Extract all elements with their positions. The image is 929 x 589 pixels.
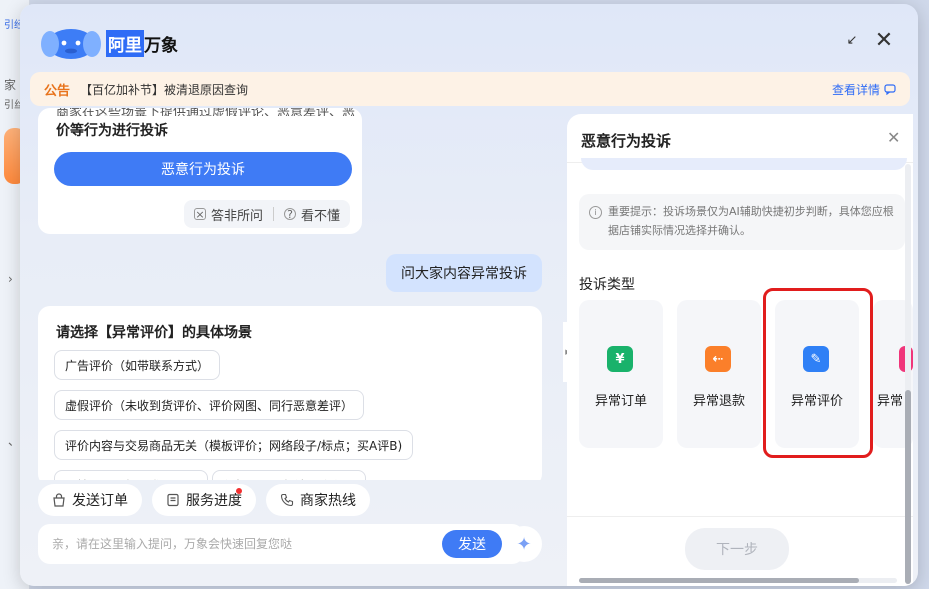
divider	[273, 207, 275, 221]
info-icon: i	[589, 206, 602, 219]
type-card-abnormal-order[interactable]: ¥ 异常订单	[579, 300, 663, 448]
type-label: 异常订单	[594, 394, 647, 409]
chat-bubble-icon	[884, 83, 896, 95]
feedback-label: 答非所问	[211, 208, 264, 224]
tool-label: 发送订单	[72, 493, 128, 509]
clipped-message-line: 商家在这些场景下提供通过虚假评论、恶意差评、恶意刷单、恶意压	[56, 108, 356, 116]
scenario-option[interactable]: 虚假评价（未收到货评价、评价网图、同行恶意差评）	[54, 390, 365, 420]
app-brand: 阿里 万象	[106, 30, 178, 57]
message-composer: 发送	[38, 524, 524, 564]
scenario-option[interactable]: 要挟评价（如要求返现）	[54, 470, 209, 480]
type-label: 异常退款	[692, 394, 745, 409]
bot-message-card: 商家在这些场景下提供通过虚假评论、恶意差评、恶意刷单、恶意压 价等行为进行投诉 …	[38, 108, 362, 234]
service-progress-button[interactable]: 服务进度	[152, 484, 256, 516]
scrollbar-thumb[interactable]	[905, 390, 911, 584]
background-fragment: 、	[8, 434, 21, 448]
notice-bar: 公告 【百亿加补节】被清退原因查询 查看详情	[30, 72, 910, 106]
elephant-logo-icon	[41, 29, 101, 59]
titlebar: 阿里 万象 ↙︎ ✕	[20, 4, 918, 68]
notice-tag: 公告	[44, 83, 71, 99]
quick-tools: 发送订单 服务进度 商家热线	[38, 484, 370, 516]
message-line: 价等行为进行投诉	[56, 123, 168, 139]
malicious-complaint-button[interactable]: 恶意行为投诉	[54, 152, 352, 186]
phone-icon	[280, 493, 294, 507]
scenario-option[interactable]: 侵权评价（如泄露隐私）	[212, 470, 367, 480]
divider	[567, 516, 913, 517]
feedback-bar: × 答非所问 ? 看不懂	[184, 200, 351, 228]
scenario-option[interactable]: 广告评价（如带联系方式）	[54, 350, 221, 380]
scenario-heading: 请选择【异常评价】的具体场景	[56, 325, 252, 341]
notice-more-label: 查看详情	[831, 82, 880, 97]
user-message: 问大家内容异常投诉	[386, 254, 542, 292]
tip-text: 重要提示：投诉场景仅为AI辅助快捷初步判断，具体您应根据店铺实际情况选择并确认。	[608, 205, 894, 237]
not-understand-button[interactable]: ? 看不懂	[284, 205, 340, 224]
question-icon: ?	[284, 208, 297, 220]
document-icon	[167, 493, 179, 507]
notification-dot	[236, 488, 242, 494]
next-step-button[interactable]: 下一步	[685, 528, 789, 570]
vertical-scrollbar[interactable]	[905, 164, 911, 584]
panel-title: 恶意行为投诉	[581, 132, 672, 150]
selection-highlight	[763, 288, 873, 458]
important-tip: i 重要提示：投诉场景仅为AI辅助快捷初步判断，具体您应根据店铺实际情况选择并确…	[579, 194, 905, 250]
refund-icon: ⇠	[705, 346, 731, 372]
brand-highlight: 阿里	[106, 30, 144, 57]
tool-label: 商家热线	[300, 493, 356, 509]
assistant-window: 阿里 万象 ↙︎ ✕ 公告 【百亿加补节】被清退原因查询 查看详情 商家在这些场…	[20, 4, 918, 586]
irrelevant-answer-button[interactable]: × 答非所问	[194, 205, 263, 224]
scenario-option[interactable]: 评价内容与交易商品无关（模板评价；网络段子/标点；买A评B)	[54, 430, 414, 460]
notice-text: 【百亿加补节】被清退原因查询	[80, 82, 249, 97]
feedback-label: 看不懂	[301, 208, 341, 224]
bag-icon	[53, 493, 65, 507]
sparkle-icon[interactable]: ✦	[506, 526, 542, 562]
scrollbar-thumb[interactable]	[579, 578, 859, 583]
scrolled-content-edge	[581, 158, 907, 170]
message-input[interactable]	[52, 532, 412, 556]
send-order-button[interactable]: 发送订单	[38, 484, 142, 516]
close-window-icon[interactable]: ✕	[872, 28, 896, 53]
close-panel-icon[interactable]: ✕	[887, 128, 900, 147]
send-button[interactable]: 发送	[442, 530, 502, 558]
yen-icon: ¥	[607, 346, 633, 372]
complaint-panel: 恶意行为投诉 ✕ i 重要提示：投诉场景仅为AI辅助快捷初步判断，具体您应根据店…	[567, 114, 913, 586]
horizontal-scrollbar[interactable]	[579, 578, 897, 583]
merchant-hotline-button[interactable]: 商家热线	[266, 484, 370, 516]
scenario-card: 请选择【异常评价】的具体场景 广告评价（如带联系方式） 虚假评价（未收到货评价、…	[38, 306, 542, 480]
background-fragment: 家	[4, 78, 17, 92]
background-chevron-icon: ›	[8, 272, 13, 286]
x-box-icon: ×	[194, 207, 206, 221]
brand-rest: 万象	[144, 36, 178, 56]
complaint-type-label: 投诉类型	[579, 277, 635, 293]
minimize-arrows-icon[interactable]: ↙︎	[840, 28, 864, 52]
chat-history[interactable]: 商家在这些场景下提供通过虚假评论、恶意差评、恶意刷单、恶意压 价等行为进行投诉 …	[20, 108, 563, 480]
notice-more-link[interactable]: 查看详情	[832, 81, 896, 98]
tool-label: 服务进度	[186, 493, 242, 509]
type-card-abnormal-refund[interactable]: ⇠ 异常退款	[677, 300, 761, 448]
